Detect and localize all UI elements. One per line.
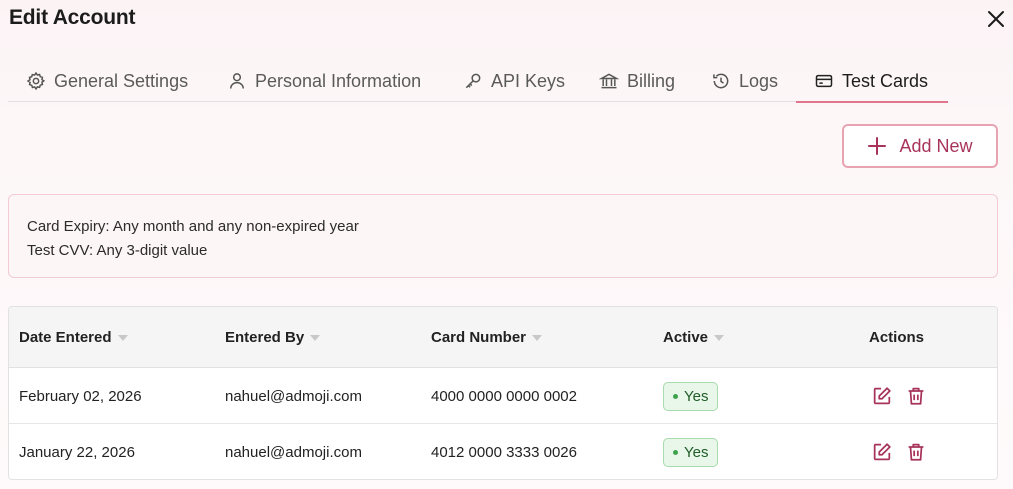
column-header-card-number[interactable]: Card Number [431,307,543,368]
column-label: Card Number [431,329,527,346]
column-header-active[interactable]: Active [663,307,725,368]
close-icon [988,11,1004,27]
card-expiry-note: Card Expiry: Any month and any non-expir… [27,218,359,235]
column-header-entered-by[interactable]: Entered By [225,307,321,368]
key-icon [465,73,481,89]
trash-icon[interactable] [905,385,927,407]
edit-icon[interactable] [871,385,893,407]
user-icon [230,73,244,89]
card-number-cell: 4000 0000 0000 0002 [431,387,577,405]
dialog-header: Edit Account [0,0,1013,40]
active-status-text: Yes [684,443,709,461]
table-header: Date Entered Entered By Card Number Acti… [9,307,997,368]
status-dot-icon [673,393,678,399]
tab-label: General Settings [54,70,189,91]
sort-caret-icon [532,334,543,341]
test-card-info: Card Expiry: Any month and any non-expir… [8,194,998,278]
tab-label: Personal Information [255,70,422,91]
entered-by-cell: nahuel@admoji.com [225,387,362,405]
tab-api-keys[interactable]: API Keys [453,60,575,102]
close-button[interactable] [984,7,1008,31]
bank-icon [599,73,619,89]
sort-caret-icon [310,334,321,341]
tab-label: API Keys [491,70,566,91]
active-status-badge: Yes [663,437,719,467]
gear-icon [26,71,46,91]
active-cell: Yes [663,424,719,479]
table-row: February 02, 2026 nahuel@admoji.com 4000… [9,368,997,424]
entered-by-cell: nahuel@admoji.com [225,443,362,461]
table-row: January 22, 2026 nahuel@admoji.com 4012 … [9,424,997,479]
active-status-text: Yes [684,387,709,405]
date-entered-cell: January 22, 2026 [19,443,135,461]
add-new-label: Add New [899,135,973,156]
edit-icon[interactable] [871,441,893,463]
tab-test-cards[interactable]: Test Cards [796,60,948,103]
column-label: Actions [869,329,925,346]
tab-label: Logs [739,70,779,91]
column-label: Active [663,329,709,346]
test-cards-table: Date Entered Entered By Card Number Acti… [8,306,998,480]
tab-personal-information[interactable]: Personal Information [217,60,431,102]
actions-cell [871,368,927,424]
plus-icon [868,137,887,155]
tab-label: Billing [627,70,676,91]
sort-caret-icon [117,334,128,341]
tab-billing[interactable]: Billing [589,60,685,102]
test-cvv-note: Test CVV: Any 3-digit value [27,242,208,259]
active-cell: Yes [663,368,719,424]
active-status-badge: Yes [663,381,719,411]
history-icon [713,73,729,89]
tab-logs[interactable]: Logs [701,60,788,102]
date-entered-cell: February 02, 2026 [19,387,142,405]
card-number-cell: 4012 0000 3333 0026 [431,443,577,461]
column-header-actions: Actions [869,307,924,368]
tab-bar: General Settings Personal Information AP… [8,60,948,103]
add-new-button[interactable]: Add New [842,124,998,168]
sort-caret-icon [714,334,725,341]
actions-cell [871,424,927,479]
status-dot-icon [673,449,678,455]
column-header-date-entered[interactable]: Date Entered [19,307,128,368]
tab-general-settings[interactable]: General Settings [16,60,198,102]
trash-icon[interactable] [905,441,927,463]
column-label: Date Entered [19,329,112,346]
tab-label: Test Cards [842,70,929,91]
dialog-title: Edit Account [9,6,136,29]
column-label: Entered By [225,329,305,346]
credit-card-icon [815,74,833,88]
